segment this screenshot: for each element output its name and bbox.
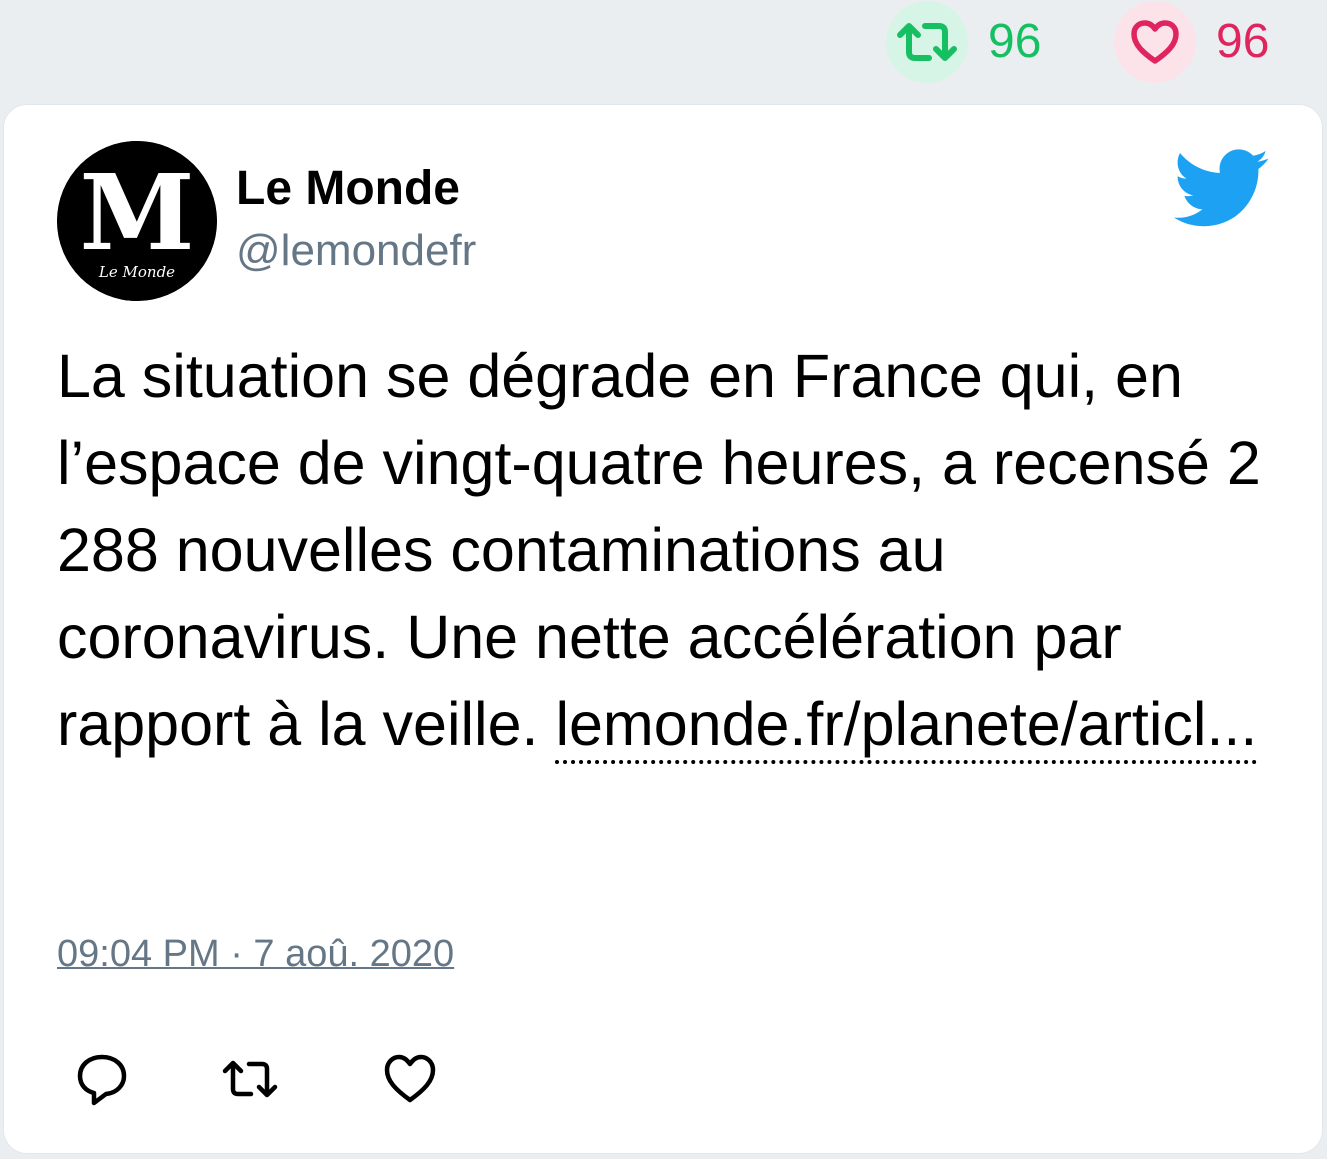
like-icon[interactable] — [382, 1051, 438, 1107]
le-monde-logo-icon: M Le Monde — [57, 141, 217, 301]
article-link[interactable]: lemonde.fr/planete/articl... — [555, 690, 1258, 764]
retweet-count: 96 — [988, 15, 1042, 68]
svg-text:M: M — [79, 151, 194, 274]
like-count: 96 — [1216, 15, 1270, 68]
retweet-icon[interactable] — [886, 1, 968, 83]
twitter-bird-icon[interactable] — [1174, 149, 1270, 229]
svg-text:Le Monde: Le Monde — [98, 263, 175, 281]
like-stat[interactable]: 96 — [1114, 1, 1269, 83]
engagement-stats: 96 96 — [0, 0, 1327, 100]
tweet-text: La situation se dégrade en France qui, e… — [57, 333, 1287, 768]
tweet-card[interactable]: M Le Monde Le Monde @lemondefr La situat… — [3, 104, 1323, 1154]
heart-icon[interactable] — [1114, 1, 1196, 83]
tweet-timestamp[interactable]: 09:04 PM · 7 aoû. 2020 — [57, 933, 454, 976]
reply-icon[interactable] — [74, 1051, 130, 1107]
retweet-stat[interactable]: 96 — [886, 1, 1041, 83]
action-bar — [4, 1045, 1322, 1115]
author-name[interactable]: Le Monde — [236, 162, 460, 216]
author-handle[interactable]: @lemondefr — [236, 226, 476, 275]
retweet-icon[interactable] — [222, 1051, 278, 1107]
avatar[interactable]: M Le Monde — [57, 141, 217, 301]
